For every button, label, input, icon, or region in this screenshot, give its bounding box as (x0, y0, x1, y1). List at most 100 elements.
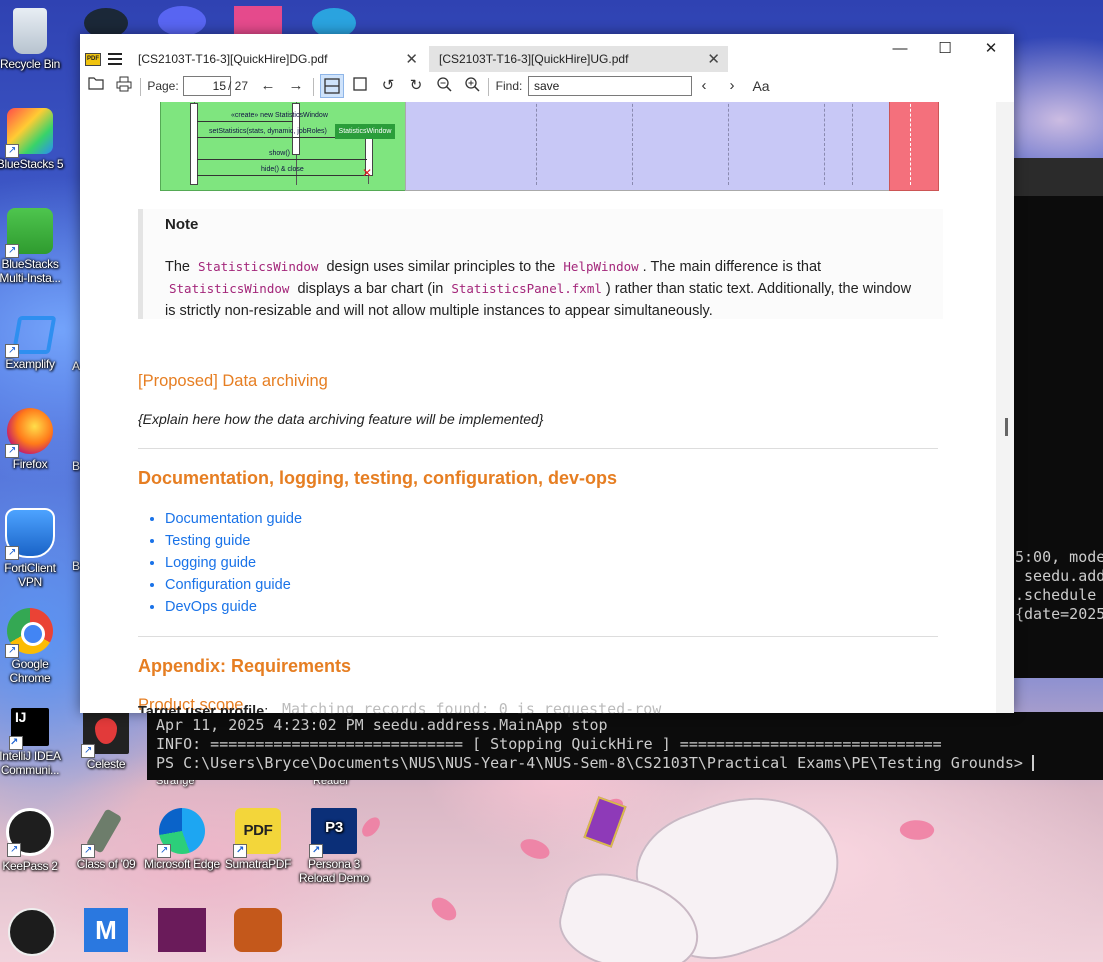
inline-code: HelpWindow (563, 259, 639, 274)
shortcut-arrow-icon: ↗ (5, 144, 19, 158)
terminal-titlebar[interactable] (1013, 158, 1103, 196)
app-icon[interactable] (234, 6, 282, 36)
profile-label: Target user profile (138, 704, 265, 713)
desktop-icon-examplify[interactable]: ↗ Examplify (0, 308, 68, 371)
shortcut-arrow-icon: ↗ (233, 844, 247, 858)
intellij-icon: IJ ↗ (9, 708, 49, 750)
zoom-out-icon[interactable] (434, 76, 454, 96)
open-folder-icon[interactable] (86, 76, 106, 96)
scrollbar-thumb[interactable] (1005, 418, 1008, 436)
vertical-scrollbar[interactable] (996, 102, 1014, 713)
sequence-message: show() (269, 150, 291, 157)
page-number-input[interactable]: 15 (183, 76, 231, 96)
find-input[interactable]: save (528, 76, 692, 96)
link-configuration-guide[interactable]: Configuration guide (165, 577, 291, 593)
desktop-icon-celeste[interactable]: ↗ Celeste (68, 708, 144, 771)
app-icon[interactable] (158, 908, 206, 952)
desktop-icon-persona3[interactable]: P3 ↗ Persona 3 Reload Demo (296, 808, 372, 885)
page-label: Page: (147, 79, 179, 93)
diagram-model-region (889, 102, 939, 191)
obs-icon[interactable] (8, 908, 56, 956)
rotate-right-icon[interactable]: ↻ (406, 76, 426, 96)
desktop-icon-forticlient[interactable]: ↗ FortiClient VPN (0, 508, 68, 589)
terminal-window[interactable]: 5:00, mode seedu.add .schedule {date=202… (1013, 158, 1103, 678)
section-heading: [Proposed] Data archiving (138, 372, 328, 390)
desktop-icon-keepass[interactable]: ↗ KeePass 2 (0, 808, 68, 873)
note-text: The (165, 259, 195, 275)
desktop-icon-recycle-bin[interactable]: Recycle Bin (0, 8, 68, 71)
divider (138, 448, 938, 449)
zoom-in-icon[interactable] (462, 76, 482, 96)
list-item: DevOps guide (165, 596, 302, 618)
match-case-icon[interactable]: Aa (750, 76, 772, 96)
link-documentation-guide[interactable]: Documentation guide (165, 511, 302, 527)
terminal-output[interactable]: Apr 11, 2025 4:23:02 PM seedu.address.Ma… (147, 712, 1103, 780)
document-view[interactable]: «create» new StatisticsWindow setStatist… (80, 102, 1014, 713)
desktop-icon-bluestacks-multi[interactable]: ↗ BlueStacks Multi-Insta... (0, 208, 68, 285)
shortcut-arrow-icon: ↗ (309, 844, 323, 858)
icon-label: Google Chrome (9, 657, 51, 685)
tab-dg-pdf[interactable]: [CS2103T-T16-3][QuickHire]DG.pdf ✕ (128, 46, 426, 72)
tf2-icon[interactable] (234, 908, 282, 952)
shortcut-arrow-icon: ↗ (9, 736, 23, 750)
pdf-viewer-window[interactable]: PDF [CS2103T-T16-3][QuickHire]DG.pdf ✕ [… (80, 34, 1014, 713)
desktop-icon-edge[interactable]: ↗ Microsoft Edge (144, 808, 220, 871)
maximize-button[interactable]: ☐ (922, 38, 968, 60)
icon-label: KeePass 2 (2, 859, 58, 873)
doc-links-list: Documentation guide Testing guide Loggin… (142, 508, 302, 618)
destroy-x-icon: ✕ (362, 166, 373, 180)
sequence-arrow (197, 159, 367, 160)
toolbar-separator (488, 78, 489, 96)
minimize-button[interactable]: — (877, 38, 923, 60)
find-next-icon[interactable]: › (722, 76, 742, 96)
lifeline (632, 102, 633, 185)
list-item: Logging guide (165, 552, 302, 574)
rotate-left-icon[interactable]: ↺ (378, 76, 398, 96)
app-m-icon[interactable]: M (84, 908, 128, 952)
persona3-icon: P3 ↗ (309, 808, 357, 858)
terminal-line: {date=2025 (1015, 605, 1103, 623)
terminal-prompt[interactable]: PS C:\Users\Bryce\Documents\NUS\NUS-Year… (156, 754, 1034, 773)
note-body: The StatisticsWindow design uses similar… (165, 256, 925, 322)
link-logging-guide[interactable]: Logging guide (165, 555, 256, 571)
list-item: Configuration guide (165, 574, 302, 596)
desktop-icon-sumatrapdf[interactable]: PDF ↗ SumatraPDF (220, 808, 296, 871)
close-window-button[interactable]: ✕ (968, 38, 1014, 60)
prev-page-arrow-icon[interactable]: ← (258, 76, 278, 96)
lifeline (536, 102, 537, 185)
close-tab-icon[interactable]: ✕ (707, 50, 720, 68)
desktop-icon-intellij[interactable]: IJ ↗ IntelliJ IDEA Communi... (0, 708, 68, 777)
lifeline (910, 102, 911, 185)
icon-label: Examplify (5, 357, 55, 371)
phone-icon: ↗ (81, 808, 129, 858)
desktop-icon-bluestacks[interactable]: ↗ BlueStacks 5 (0, 108, 68, 171)
link-devops-guide[interactable]: DevOps guide (165, 599, 257, 615)
desktop-icon-firefox[interactable]: ↗ Firefox (0, 408, 68, 471)
desktop-icon-class-of-09[interactable]: ↗ Class of '09 (68, 808, 144, 871)
lifeline (824, 102, 825, 185)
link-testing-guide[interactable]: Testing guide (165, 533, 250, 549)
close-tab-icon[interactable]: ✕ (405, 50, 418, 68)
fit-page-icon[interactable] (350, 76, 370, 96)
next-page-arrow-icon[interactable]: → (286, 76, 306, 96)
divider (138, 636, 938, 637)
page-total: / 27 (227, 79, 248, 93)
sumatra-logo-icon: PDF (85, 53, 101, 66)
firefox-icon: ↗ (5, 408, 53, 458)
terminal-line: 5:00, mode (1015, 548, 1103, 566)
menu-icon[interactable] (108, 53, 122, 65)
fit-width-button[interactable] (320, 74, 344, 98)
examplify-icon: ↗ (5, 308, 57, 358)
note-callout: Note The StatisticsWindow design uses si… (138, 209, 943, 319)
find-previous-icon[interactable]: ‹ (694, 76, 714, 96)
celeste-strawberry-icon: ↗ (81, 708, 129, 758)
print-icon[interactable] (114, 76, 134, 96)
tab-ug-pdf[interactable]: [CS2103T-T16-3][QuickHire]UG.pdf ✕ (429, 46, 728, 72)
diagram-ui-region: «create» new StatisticsWindow setStatist… (160, 102, 407, 191)
target-user-profile: Target user profile: (138, 704, 268, 713)
discord-icon[interactable] (158, 6, 206, 36)
icon-label: BlueStacks Multi-Insta... (0, 257, 61, 285)
desktop-icon-chrome[interactable]: ↗ Google Chrome (0, 608, 68, 685)
tab-bar: PDF [CS2103T-T16-3][QuickHire]DG.pdf ✕ [… (80, 34, 1014, 72)
section-heading: Documentation, logging, testing, configu… (138, 468, 617, 488)
